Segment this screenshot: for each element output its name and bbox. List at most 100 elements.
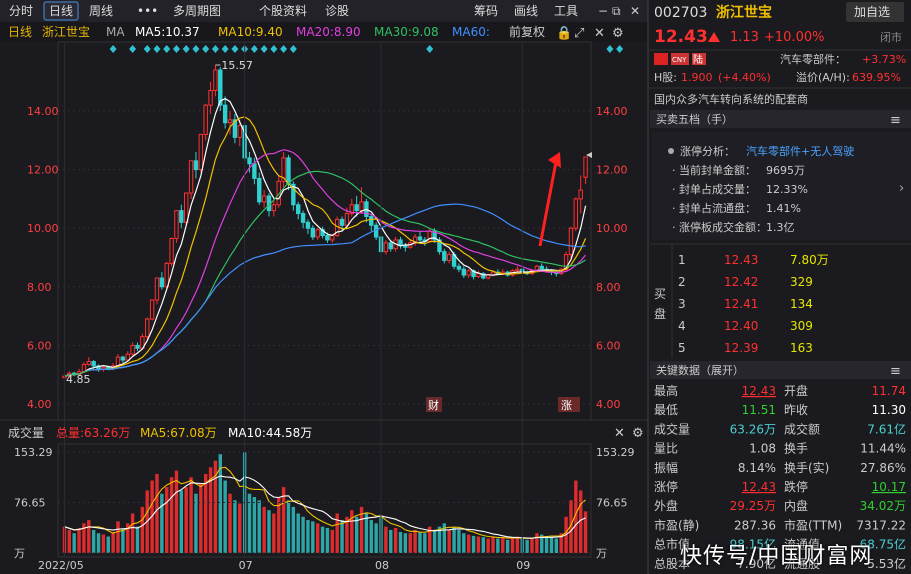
volume-bar: [476, 536, 481, 553]
watermark: 快传号/中国财富网: [680, 544, 873, 569]
buy-level-price[interactable]: 12.40: [724, 319, 758, 333]
tab-3[interactable]: •••: [137, 4, 158, 18]
ma10-value: MA10:9.40: [218, 25, 283, 39]
volume-bar: [452, 526, 456, 553]
volume-bar: [384, 526, 388, 553]
lock-icon[interactable]: 🔒: [556, 26, 572, 41]
event-diamond[interactable]: [280, 45, 288, 53]
volume-bar: [121, 529, 125, 553]
volume-close-icon[interactable]: ✕: [614, 426, 625, 441]
buy-level-num: 1: [678, 253, 686, 267]
chart-stock-name: 浙江世宝: [42, 25, 90, 39]
buy-level-price[interactable]: 12.43: [724, 253, 758, 267]
minimize-icon[interactable]: −: [598, 4, 608, 18]
chevron-right-icon[interactable]: ›: [899, 181, 904, 196]
candle-body: [310, 227, 316, 238]
analysis-line-value: 12.33%: [766, 183, 808, 196]
restore-icon[interactable]: ⧉: [612, 4, 621, 18]
volume-bar: [291, 506, 296, 553]
event-diamond[interactable]: [260, 45, 268, 53]
buy-level-price[interactable]: 12.42: [724, 275, 758, 289]
window-close-icon[interactable]: ✕: [630, 4, 640, 18]
tab-0[interactable]: 分时: [9, 4, 33, 18]
ma30-value: MA30:9.08: [374, 25, 439, 39]
key-value: 11.44%: [860, 442, 906, 456]
chart-canvas: 分时 日线 周线 ••• 多周期图 个股资料 诊股 筹码 画线 工具 − ⧉ ✕ 日线 浙江世宝 MA…: [0, 0, 911, 574]
volume-bar: [471, 535, 476, 553]
analysis-line-label: · 封单占流通盘：: [672, 201, 756, 215]
stock-price: 12.43: [654, 27, 708, 47]
key-label: 换手(实): [784, 460, 829, 475]
event-diamond[interactable]: [250, 45, 258, 53]
candle-body: [91, 361, 96, 367]
candle-body: [145, 318, 150, 338]
expand-icon[interactable]: ⤢: [574, 26, 584, 41]
event-diamond[interactable]: [109, 45, 117, 53]
event-diamond[interactable]: [172, 45, 180, 53]
event-diamond[interactable]: [182, 45, 190, 53]
x-tick: 2022/05: [38, 559, 84, 572]
candle-body: [159, 277, 165, 288]
add-watchlist-button[interactable]: 加自选: [854, 5, 890, 19]
close-icon[interactable]: ✕: [594, 26, 605, 41]
key-value: 1.08: [749, 442, 776, 456]
zhang-marker[interactable]: 涨: [561, 399, 572, 412]
volume-bar: [364, 513, 369, 553]
key-label: 涨停: [654, 479, 678, 494]
volume-bar: [393, 527, 398, 553]
tool-1[interactable]: 画线: [514, 4, 538, 18]
tab-1[interactable]: 日线: [49, 4, 73, 18]
menu-icon[interactable]: ≡: [890, 113, 901, 128]
candle-body: [461, 268, 467, 276]
event-diamond[interactable]: [211, 45, 219, 53]
event-diamond[interactable]: [163, 45, 171, 53]
event-diamond[interactable]: [202, 45, 210, 53]
tab-4[interactable]: 多周期图: [173, 4, 221, 18]
volume-bar: [491, 536, 495, 553]
event-diamond[interactable]: [616, 45, 624, 53]
event-diamond[interactable]: [270, 45, 278, 53]
volume-bar: [530, 538, 534, 553]
event-diamond[interactable]: [221, 45, 229, 53]
event-diamond[interactable]: [129, 45, 137, 53]
tab-2[interactable]: 周线: [89, 4, 113, 18]
tab-5[interactable]: 个股资料: [259, 4, 307, 18]
volume-bar: [203, 473, 208, 553]
cai-marker[interactable]: 财: [428, 398, 439, 412]
volume-bar: [140, 506, 145, 553]
tool-0[interactable]: 筹码: [474, 4, 498, 18]
analysis-line-value: 1.41%: [766, 202, 801, 215]
key-value: 11.74: [872, 384, 906, 398]
key-data-title[interactable]: 关键数据（展开）: [656, 363, 744, 377]
volume-bar: [286, 500, 291, 553]
candle-body: [179, 210, 184, 223]
key-value: 11.30: [872, 403, 906, 417]
volume-bar: [457, 529, 461, 553]
event-diamond[interactable]: [289, 45, 297, 53]
settings-icon[interactable]: ⚙: [612, 26, 624, 41]
candle-body: [208, 89, 213, 106]
event-diamond[interactable]: [426, 45, 434, 53]
event-diamond[interactable]: [231, 45, 239, 53]
event-diamond[interactable]: [606, 45, 614, 53]
buy-level-price[interactable]: 12.41: [724, 297, 758, 311]
volume-settings-icon[interactable]: ⚙: [632, 426, 644, 441]
volume-bar: [413, 529, 417, 553]
company-desc: 国内众多汽车转向系统的配套商: [654, 92, 808, 106]
event-diamond[interactable]: [153, 45, 161, 53]
event-diamond[interactable]: [143, 45, 151, 53]
key-data-menu-icon[interactable]: ≡: [890, 364, 901, 379]
event-diamond[interactable]: [192, 45, 200, 53]
key-label: 昨收: [784, 403, 808, 417]
key-label: 成交量: [654, 421, 690, 436]
analysis-value[interactable]: 汽车零部件+无人驾驶: [746, 144, 854, 158]
order-book-title: 买卖五档（手）: [656, 112, 733, 126]
tool-2[interactable]: 工具: [554, 4, 578, 18]
key-value: 5.53亿: [867, 556, 906, 571]
buy-level-num: 4: [678, 319, 686, 333]
buy-level-price[interactable]: 12.39: [724, 341, 758, 355]
tab-6[interactable]: 诊股: [325, 4, 349, 18]
sector-label[interactable]: 汽车零部件：: [780, 52, 846, 66]
candle-body: [183, 192, 189, 223]
y-tick-right: 6.00: [596, 339, 621, 352]
